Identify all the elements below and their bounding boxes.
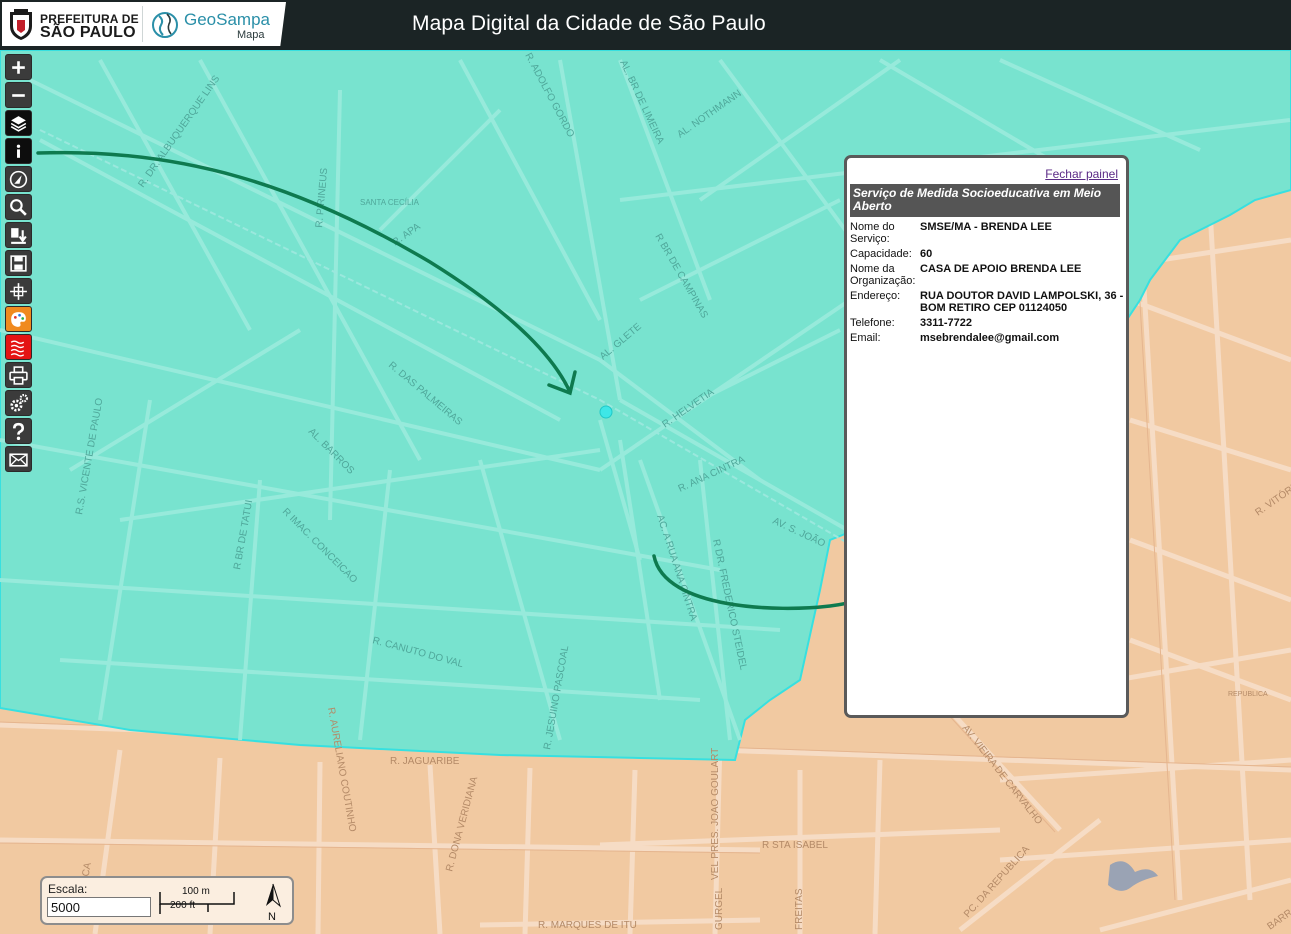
- info-row: Telefone: 3311-7722: [850, 317, 1126, 332]
- street-label: FREITAS: [794, 888, 805, 930]
- sao-paulo-crest-icon: [10, 9, 32, 40]
- field-label: Capacidade:: [850, 248, 912, 260]
- prefeitura-line2: SÃO PAULO: [40, 24, 136, 41]
- panel-title: Serviço de Medida Socioeducativa em Meio…: [850, 184, 1120, 217]
- palette-icon: [11, 311, 26, 327]
- field-label: Endereço:: [850, 290, 901, 302]
- zoom-in-button[interactable]: [5, 54, 32, 80]
- field-value: SMSE/MA - BRENDA LEE: [920, 221, 1052, 233]
- info-row: Email: msebrendalee@gmail.com: [850, 332, 1126, 347]
- printer-icon: [9, 365, 28, 385]
- measure-button[interactable]: [5, 166, 32, 192]
- street-label: R. MARQUES DE ITU: [538, 920, 637, 931]
- envelope-icon: [9, 452, 28, 467]
- search-icon: [10, 198, 27, 216]
- field-value: CASA DE APOIO BRENDA LEE: [920, 263, 1082, 275]
- page-title: Mapa Digital da Cidade de São Paulo: [412, 12, 766, 35]
- question-icon: [12, 422, 25, 440]
- field-label: Email:: [850, 332, 881, 344]
- search-button[interactable]: [5, 194, 32, 220]
- layers-button[interactable]: [5, 110, 32, 136]
- heatmap-button[interactable]: [5, 334, 32, 360]
- info-row: Capacidade: 60: [850, 248, 1126, 263]
- zoom-out-button[interactable]: [5, 82, 32, 108]
- crosshair-ruler-icon: [10, 282, 27, 300]
- scale-feet-label: 200 ft: [170, 900, 196, 911]
- close-panel-link[interactable]: Fechar painel: [1045, 167, 1118, 181]
- north-arrow-icon: N: [266, 883, 282, 922]
- download-button[interactable]: [5, 222, 32, 248]
- logo-area: PREFEITURA DE SÃO PAULO GeoSampa Mapa: [2, 2, 286, 46]
- street-label: SANTA CECÍLIA: [360, 198, 420, 207]
- field-value: 60: [920, 248, 933, 260]
- download-icon: [11, 227, 27, 244]
- info-row: Nome da Organização: CASA DE APOIO BREND…: [850, 263, 1126, 290]
- info-table: Nome do Serviço: SMSE/MA - BRENDA LEE Ca…: [850, 221, 1126, 347]
- waves-icon: [10, 340, 25, 357]
- scale-label: Escala:: [48, 882, 88, 896]
- plus-icon: [12, 60, 25, 74]
- contact-button[interactable]: [5, 446, 32, 472]
- info-icon: [16, 144, 21, 158]
- logo-divider: [142, 6, 143, 42]
- scale-meters-label: 100 m: [182, 886, 210, 897]
- field-value: 3311-7722: [920, 317, 972, 329]
- minus-icon: [12, 93, 25, 97]
- help-button[interactable]: [5, 418, 32, 444]
- info-panel: Fechar painel Serviço de Medida Socioedu…: [844, 155, 1129, 718]
- globe-icon: [152, 12, 178, 38]
- field-label: Telefone:: [850, 317, 895, 329]
- info-row: Nome do Serviço: SMSE/MA - BRENDA LEE: [850, 221, 1126, 248]
- street-label: VEL PRES. JOAO GOULART: [710, 748, 721, 880]
- map-toolbar: [5, 54, 33, 474]
- geosampa-name: GeoSampa: [184, 10, 270, 29]
- settings-button[interactable]: [5, 390, 32, 416]
- print-button[interactable]: [5, 362, 32, 388]
- street-label: R. JAGUARIBE: [390, 756, 460, 767]
- field-value: msebrendalee@gmail.com: [920, 332, 1060, 344]
- layers-icon: [10, 115, 27, 132]
- save-button[interactable]: [5, 250, 32, 276]
- floppy-icon: [10, 254, 27, 272]
- field-value: RUA DOUTOR DAVID LAMPOLSKI, 36 - BOM RET…: [920, 290, 1124, 314]
- compass-icon: [9, 170, 28, 188]
- info-row: Endereço: RUA DOUTOR DAVID LAMPOLSKI, 36…: [850, 290, 1126, 317]
- coordinates-button[interactable]: [5, 278, 32, 304]
- palette-button[interactable]: [5, 306, 32, 332]
- scale-input[interactable]: [47, 897, 151, 917]
- gears-icon: [10, 393, 28, 412]
- geosampa-subtitle: Mapa: [237, 29, 265, 41]
- street-label: REPUBLICA: [1228, 691, 1268, 698]
- north-label: N: [268, 911, 276, 922]
- street-label: GURGEL: [714, 887, 725, 930]
- info-button[interactable]: [5, 138, 32, 164]
- header-bar: PREFEITURA DE SÃO PAULO GeoSampa Mapa Ma…: [0, 0, 1291, 50]
- scale-box: Escala: 100 m 200 ft N: [40, 876, 294, 925]
- field-label: Nome do Serviço:: [850, 221, 895, 245]
- selected-location-marker[interactable]: [599, 405, 613, 419]
- street-label: R STA ISABEL: [762, 840, 828, 851]
- field-label: Nome da Organização:: [850, 263, 916, 287]
